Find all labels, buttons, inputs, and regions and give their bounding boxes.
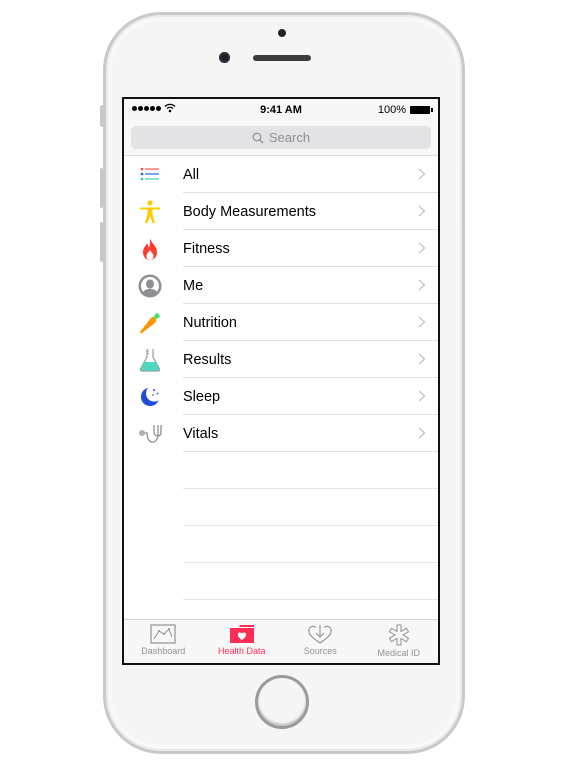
category-label: Body Measurements xyxy=(183,203,316,220)
home-button[interactable] xyxy=(255,675,309,729)
screen: 9:41 AM 100% Search All Body Measurement… xyxy=(122,97,440,665)
category-label: Vitals xyxy=(183,425,219,442)
status-bar: 9:41 AM 100% xyxy=(124,99,438,121)
flame-icon xyxy=(138,237,162,261)
moon-icon xyxy=(138,385,162,409)
flask-icon xyxy=(138,348,162,372)
carrot-icon xyxy=(138,311,162,335)
tab-health-data[interactable]: Health Data xyxy=(203,620,282,663)
category-row-all[interactable]: All xyxy=(124,156,438,193)
tab-dashboard[interactable]: Dashboard xyxy=(124,620,203,663)
category-label: Results xyxy=(183,351,232,368)
category-row-nutrition[interactable]: Nutrition xyxy=(124,304,438,341)
category-row-results[interactable]: Results xyxy=(124,341,438,378)
chevron-right-icon xyxy=(418,205,426,217)
category-row-fitness[interactable]: Fitness xyxy=(124,230,438,267)
asterisk-icon xyxy=(388,624,409,646)
chevron-right-icon xyxy=(418,390,426,402)
list-icon xyxy=(138,163,162,187)
empty-row xyxy=(124,489,438,526)
empty-row xyxy=(124,563,438,600)
tab-label: Sources xyxy=(303,646,337,656)
empty-row xyxy=(124,526,438,563)
category-row-sleep[interactable]: Sleep xyxy=(124,378,438,415)
proximity-sensor xyxy=(278,29,286,37)
category-label: Sleep xyxy=(183,388,221,405)
search-placeholder: Search xyxy=(268,130,311,145)
category-label: Me xyxy=(183,277,204,294)
tab-sources[interactable]: Sources xyxy=(281,620,360,663)
category-row-me[interactable]: Me xyxy=(124,267,438,304)
front-camera xyxy=(219,52,230,63)
chevron-right-icon xyxy=(418,242,426,254)
battery-percentage: 100% xyxy=(377,104,406,116)
tab-label: Dashboard xyxy=(141,646,186,656)
mute-switch xyxy=(100,105,103,127)
body-figure-icon xyxy=(138,200,162,224)
category-list: All Body Measurements Fitness Me Nutriti… xyxy=(124,156,438,637)
tab-label: Medical ID xyxy=(377,648,420,658)
chevron-right-icon xyxy=(418,427,426,439)
search-bar-container: Search xyxy=(124,121,438,156)
battery-icon xyxy=(410,106,433,114)
volume-down-button xyxy=(100,222,103,262)
folder-heart-icon xyxy=(229,625,254,643)
power-button xyxy=(462,168,465,223)
empty-row xyxy=(124,452,438,489)
category-row-vitals[interactable]: Vitals xyxy=(124,415,438,452)
stethoscope-icon xyxy=(138,422,162,446)
chevron-right-icon xyxy=(418,168,426,180)
tab-medical-id[interactable]: Medical ID xyxy=(360,620,439,663)
volume-up-button xyxy=(100,168,103,208)
category-label: All xyxy=(183,166,200,183)
person-icon xyxy=(138,274,162,298)
chevron-right-icon xyxy=(418,353,426,365)
search-icon xyxy=(252,132,264,143)
heart-download-icon xyxy=(308,625,332,644)
category-label: Fitness xyxy=(183,240,230,257)
search-input[interactable]: Search xyxy=(131,126,431,149)
earpiece-speaker xyxy=(253,55,311,61)
category-label: Nutrition xyxy=(183,314,237,331)
chart-icon xyxy=(150,624,176,644)
tab-bar: Dashboard Health Data Sources Medical ID xyxy=(124,619,438,663)
category-row-body-measurements[interactable]: Body Measurements xyxy=(124,193,438,230)
chevron-right-icon xyxy=(418,279,426,291)
tab-label: Health Data xyxy=(217,646,266,656)
chevron-right-icon xyxy=(418,316,426,328)
